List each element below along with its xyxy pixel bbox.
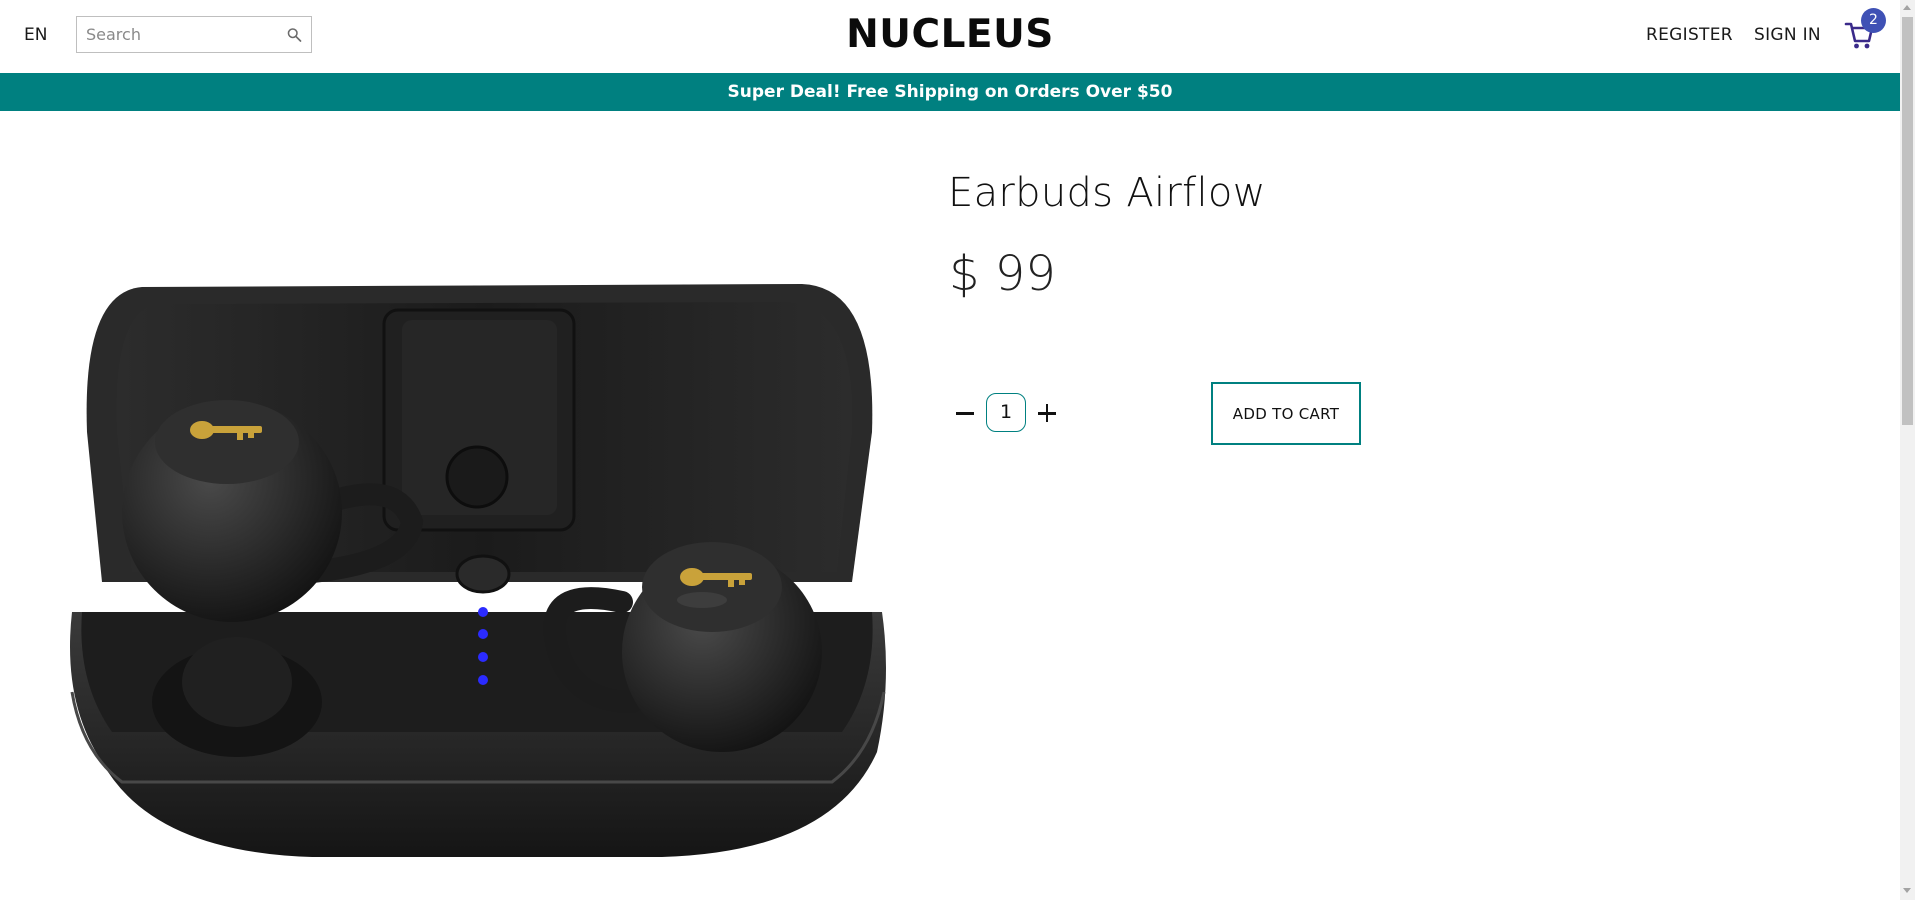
quantity-increase-button[interactable] [1032, 398, 1062, 428]
vertical-scrollbar[interactable] [1900, 0, 1915, 900]
quantity-value: 1 [986, 393, 1026, 432]
scrollbar-thumb[interactable] [1902, 17, 1913, 425]
promo-banner: Super Deal! Free Shipping on Orders Over… [0, 73, 1900, 111]
search-input[interactable] [86, 25, 286, 44]
search-box[interactable] [76, 16, 312, 53]
scroll-up-arrow-icon[interactable] [1903, 5, 1911, 10]
register-link[interactable]: REGISTER [1646, 25, 1733, 45]
product-title: Earbuds Airflow [948, 170, 1266, 216]
sign-in-link[interactable]: SIGN IN [1754, 25, 1821, 45]
scroll-down-arrow-icon[interactable] [1903, 888, 1911, 893]
top-navbar: EN NUCLEUS REGISTER SIGN IN 2 [0, 0, 1900, 73]
site-logo[interactable]: NUCLEUS [846, 12, 1054, 57]
add-to-cart-button[interactable]: ADD TO CART [1211, 382, 1361, 445]
product-image [70, 284, 886, 857]
search-icon[interactable] [286, 26, 303, 44]
cart-count-badge: 2 [1861, 8, 1886, 33]
product-price: $ 99 [949, 246, 1056, 302]
language-selector[interactable]: EN [24, 25, 47, 45]
quantity-decrease-button[interactable] [950, 398, 980, 428]
